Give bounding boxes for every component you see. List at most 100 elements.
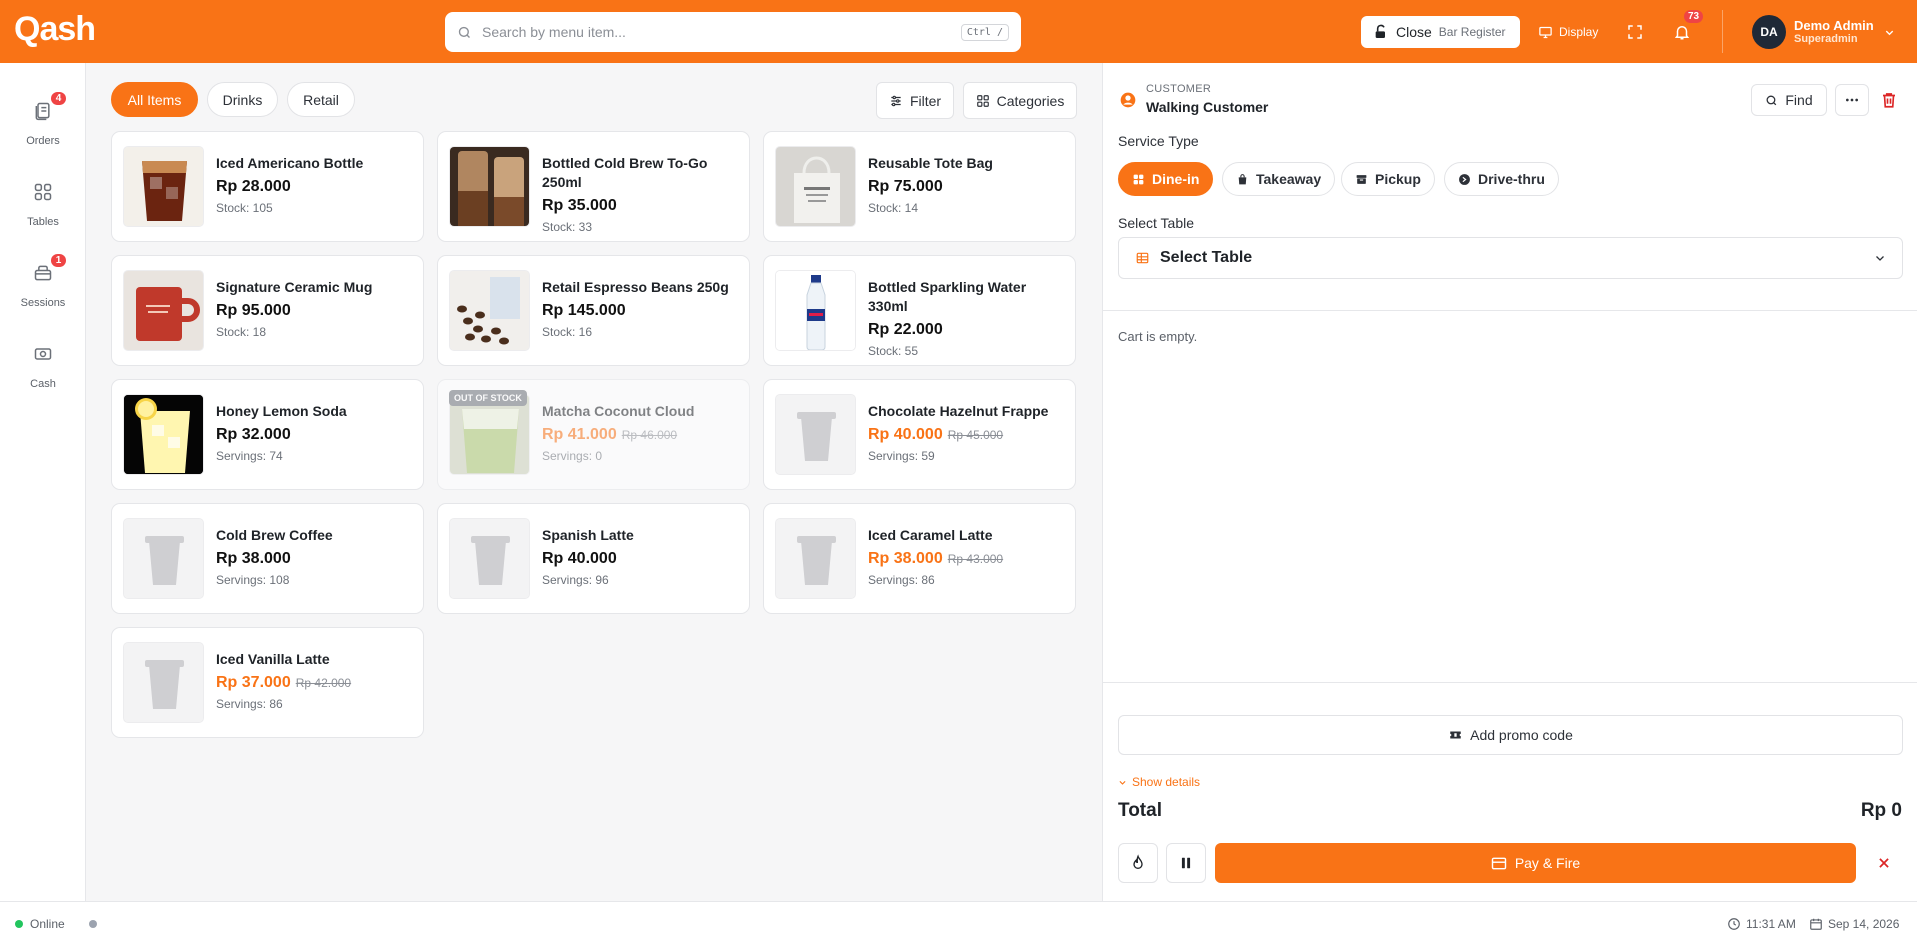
product-card[interactable]: Iced Americano Bottle Rp 28.000 Stock: 1… xyxy=(111,131,424,242)
product-card[interactable]: Chocolate Hazelnut Frappe Rp 40.000 Rp 45… xyxy=(763,379,1076,490)
sidebar-item-cash[interactable]: Cash xyxy=(0,331,86,401)
display-label: Display xyxy=(1559,25,1599,39)
register-name: Bar Register xyxy=(1438,25,1506,39)
bell-icon xyxy=(1674,26,1690,40)
product-price: Rp 32.000 xyxy=(216,426,291,443)
placeholder-cup-image xyxy=(775,518,856,599)
service-type-label: Takeaway xyxy=(1256,171,1322,187)
sidebar: Orders 4 Tables Sessions 1 Cash xyxy=(0,63,86,901)
product-catalog: All Items Drinks Retail Filter Categorie… xyxy=(87,63,1102,901)
fire-order-button[interactable] xyxy=(1118,843,1158,883)
product-card[interactable]: Retail Espresso Beans 250g Rp 145.000 St… xyxy=(437,255,750,366)
service-drive-thru-button[interactable]: Drive-thru xyxy=(1444,162,1559,196)
product-name: Retail Espresso Beans 250g xyxy=(542,279,729,295)
product-name: Matcha Coconut Cloud xyxy=(542,403,695,419)
search-icon xyxy=(1766,95,1777,105)
show-details-toggle[interactable]: Show details xyxy=(1118,775,1200,789)
display-button[interactable]: Display xyxy=(1538,16,1598,48)
product-card[interactable]: Signature Ceramic Mug Rp 95.000 Stock: 1… xyxy=(111,255,424,366)
online-indicator xyxy=(15,920,23,928)
cash-icon xyxy=(34,348,52,360)
status-date: Sep 14, 2026 xyxy=(1828,917,1900,931)
sidebar-item-tables[interactable]: Tables xyxy=(0,169,86,239)
product-name: Reusable Tote Bag xyxy=(868,155,993,171)
product-card[interactable]: Spanish Latte Rp 40.000 Servings: 96 xyxy=(437,503,750,614)
service-dine-in-button[interactable]: Dine-in xyxy=(1118,162,1214,196)
service-pickup-button[interactable]: Pickup xyxy=(1341,162,1435,196)
search-bar[interactable]: Search by menu item... Ctrl / xyxy=(445,12,1021,52)
status-bar: Online 11:31 AM Sep 14, 2026 xyxy=(0,901,1917,946)
sliders-icon xyxy=(891,95,901,106)
filter-pill-drinks[interactable]: Drinks xyxy=(207,82,278,117)
sidebar-item-sessions[interactable]: Sessions 1 xyxy=(0,250,86,320)
clock-icon xyxy=(1728,918,1740,930)
trash-icon[interactable] xyxy=(1880,90,1898,110)
fullscreen-icon xyxy=(1628,25,1642,39)
fullscreen-button[interactable] xyxy=(1626,16,1644,48)
app-logo[interactable]: Qash xyxy=(14,10,96,49)
close-register-button[interactable]: Close Bar Register xyxy=(1361,16,1520,48)
product-old-price: Rp 45.000 xyxy=(947,428,1004,442)
out-of-stock-badge: OUT OF STOCK xyxy=(449,390,527,406)
chevron-down-icon[interactable] xyxy=(1884,27,1895,38)
filter-button[interactable]: Filter xyxy=(876,82,954,119)
product-stock: Stock: 55 xyxy=(868,344,919,358)
categories-button[interactable]: Categories xyxy=(963,82,1077,119)
product-card[interactable]: Reusable Tote Bag Rp 75.000 Stock: 14 xyxy=(763,131,1076,242)
total-value: Rp 0 xyxy=(1860,800,1902,821)
add-promo-code-button[interactable]: Add promo code xyxy=(1118,715,1903,755)
pay-and-fire-button[interactable]: Pay & Fire xyxy=(1215,843,1856,883)
calendar-icon xyxy=(1810,918,1822,930)
product-price: Rp 95.000 xyxy=(216,302,291,319)
package-icon xyxy=(1356,174,1367,184)
more-options-button[interactable] xyxy=(1835,84,1869,116)
tote-bag-photo xyxy=(775,146,856,227)
customer-name[interactable]: Walking Customer xyxy=(1146,99,1268,115)
filter-pill-retail[interactable]: Retail xyxy=(287,82,355,117)
hold-order-button[interactable] xyxy=(1166,843,1206,883)
placeholder-cup-image xyxy=(775,394,856,475)
product-card[interactable]: Bottled Sparkling Water 330ml Rp 22.000 … xyxy=(763,255,1076,366)
product-card[interactable]: Cold Brew Coffee Rp 38.000 Servings: 108 xyxy=(111,503,424,614)
panel-divider xyxy=(1103,310,1917,311)
product-stock: Servings: 59 xyxy=(868,449,935,463)
close-icon[interactable] xyxy=(1877,856,1891,870)
product-old-price: Rp 43.000 xyxy=(947,552,1004,566)
placeholder-cup-image xyxy=(123,642,204,723)
placeholder-cup-image xyxy=(449,518,530,599)
lemon-soda-photo xyxy=(123,394,204,475)
user-name[interactable]: Demo Admin xyxy=(1794,18,1874,33)
product-price: Rp 75.000 xyxy=(868,178,943,195)
service-takeaway-button[interactable]: Takeaway xyxy=(1222,162,1336,196)
product-name: Cold Brew Coffee xyxy=(216,527,333,543)
search-input[interactable]: Search by menu item... xyxy=(482,24,961,40)
arrow-circle-icon xyxy=(1459,173,1470,185)
product-card[interactable]: Iced Caramel Latte Rp 38.000 Rp 43.000 Se… xyxy=(763,503,1076,614)
product-card-out-of-stock[interactable]: OUT OF STOCK Matcha Coconut Cloud Rp 41.… xyxy=(437,379,750,490)
service-type-label: Pickup xyxy=(1375,171,1421,187)
product-name: Spanish Latte xyxy=(542,527,634,543)
orders-badge: 4 xyxy=(49,90,68,107)
product-card[interactable]: Bottled Cold Brew To-Go 250ml Rp 35.000 … xyxy=(437,131,750,242)
table-select[interactable]: Select Table xyxy=(1118,237,1903,279)
product-name: Iced Americano Bottle xyxy=(216,155,364,171)
sidebar-item-orders[interactable]: Orders 4 xyxy=(0,88,86,158)
product-stock: Servings: 108 xyxy=(216,573,290,587)
user-avatar[interactable]: DA xyxy=(1752,15,1786,49)
customer-label: CUSTOMER xyxy=(1146,83,1212,95)
product-name: Iced Vanilla Latte xyxy=(216,651,330,667)
find-customer-button[interactable]: Find xyxy=(1751,84,1827,116)
product-stock: Servings: 0 xyxy=(542,449,603,463)
water-photo xyxy=(775,270,856,351)
filter-pill-all[interactable]: All Items xyxy=(111,82,198,117)
sessions-badge: 1 xyxy=(49,252,68,269)
product-price: Rp 35.000 xyxy=(542,197,617,214)
table-select-value: Select Table xyxy=(1160,249,1253,266)
sidebar-item-label: Sessions xyxy=(20,297,66,309)
product-card[interactable]: Iced Vanilla Latte Rp 37.000 Rp 42.000 Se… xyxy=(111,627,424,738)
service-type-label: Dine-in xyxy=(1152,171,1200,187)
monitor-icon xyxy=(1539,26,1552,38)
product-name: Iced Caramel Latte xyxy=(868,527,993,543)
product-card[interactable]: Honey Lemon Soda Rp 32.000 Servings: 74 xyxy=(111,379,424,490)
product-price: Rp 41.000 xyxy=(542,426,617,443)
